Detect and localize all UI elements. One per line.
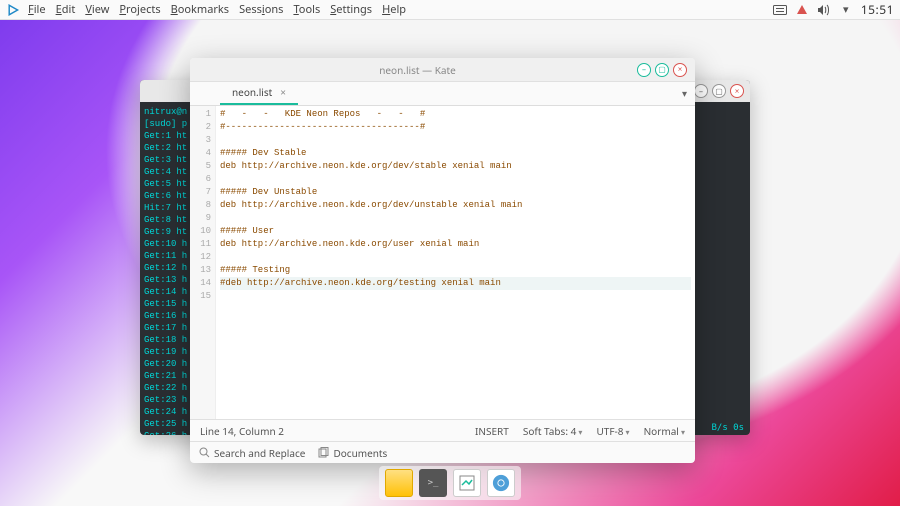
terminal-maximize-button[interactable]: ▢ bbox=[712, 84, 726, 98]
kate-bottom-toolbar: Search and Replace Documents bbox=[190, 441, 695, 463]
kate-editor[interactable]: 123456789101112131415 # - - KDE Neon Rep… bbox=[190, 106, 695, 419]
kate-tab-active[interactable]: neon.list × bbox=[220, 81, 298, 105]
chevron-down-icon[interactable]: ▾ bbox=[839, 3, 853, 17]
menu-help[interactable]: Help bbox=[382, 2, 406, 17]
app-launcher-icon[interactable] bbox=[6, 2, 22, 18]
documents-label: Documents bbox=[333, 446, 387, 460]
kate-window[interactable]: neon.list — Kate – ▢ × neon.list × ▾ 123… bbox=[190, 58, 695, 463]
menu-file[interactable]: File bbox=[28, 2, 46, 17]
menu-edit[interactable]: Edit bbox=[56, 2, 76, 17]
kate-code-area[interactable]: # - - KDE Neon Repos - - # #------------… bbox=[216, 106, 695, 419]
kate-close-button[interactable]: × bbox=[673, 63, 687, 77]
kate-maximize-button[interactable]: ▢ bbox=[655, 63, 669, 77]
terminal-close-button[interactable]: × bbox=[730, 84, 744, 98]
dock-terminal-icon[interactable]: >_ bbox=[419, 469, 447, 497]
kate-minimize-button[interactable]: – bbox=[637, 63, 651, 77]
menu-sessions[interactable]: Sessions bbox=[239, 2, 283, 17]
kate-titlebar[interactable]: neon.list — Kate – ▢ × bbox=[190, 58, 695, 82]
status-tabs[interactable]: Soft Tabs: 4 bbox=[523, 424, 583, 438]
menu-bookmarks[interactable]: Bookmarks bbox=[171, 2, 229, 17]
dock: >_ bbox=[379, 466, 521, 500]
global-menubar: File Edit View Projects Bookmarks Sessio… bbox=[28, 2, 406, 17]
panel-clock[interactable]: 15:51 bbox=[861, 1, 894, 18]
menu-tools[interactable]: Tools bbox=[293, 2, 320, 17]
terminal-transfer-status: B/s 0s bbox=[711, 423, 744, 433]
search-replace-button[interactable]: Search and Replace bbox=[198, 446, 305, 460]
menu-view[interactable]: View bbox=[85, 2, 109, 17]
search-replace-label: Search and Replace bbox=[214, 446, 305, 460]
kate-window-title: neon.list — Kate bbox=[198, 63, 637, 77]
kate-tab-label: neon.list bbox=[232, 85, 272, 99]
kate-statusbar: Line 14, Column 2 INSERT Soft Tabs: 4 UT… bbox=[190, 419, 695, 441]
kate-tabbar: neon.list × ▾ bbox=[190, 82, 695, 106]
menu-projects[interactable]: Projects bbox=[119, 2, 160, 17]
notifications-icon[interactable] bbox=[795, 3, 809, 17]
kate-tab-close-icon[interactable]: × bbox=[280, 85, 286, 99]
dock-file-manager-icon[interactable] bbox=[385, 469, 413, 497]
status-encoding[interactable]: UTF-8 bbox=[596, 424, 629, 438]
keyboard-indicator-icon[interactable] bbox=[773, 3, 787, 17]
top-panel: File Edit View Projects Bookmarks Sessio… bbox=[0, 0, 900, 20]
dock-chromium-icon[interactable] bbox=[487, 469, 515, 497]
terminal-minimize-button[interactable]: – bbox=[694, 84, 708, 98]
kate-new-document-icon[interactable]: ▾ bbox=[682, 86, 687, 100]
documents-button[interactable]: Documents bbox=[317, 446, 387, 460]
volume-icon[interactable] bbox=[817, 3, 831, 17]
status-position: Line 14, Column 2 bbox=[200, 424, 284, 438]
kate-line-gutter: 123456789101112131415 bbox=[190, 106, 216, 419]
documents-icon bbox=[317, 447, 329, 459]
menu-settings[interactable]: Settings bbox=[330, 2, 372, 17]
dock-kate-icon[interactable] bbox=[453, 469, 481, 497]
status-mode[interactable]: INSERT bbox=[475, 424, 509, 438]
status-syntax[interactable]: Normal bbox=[644, 424, 685, 438]
search-icon bbox=[198, 447, 210, 459]
